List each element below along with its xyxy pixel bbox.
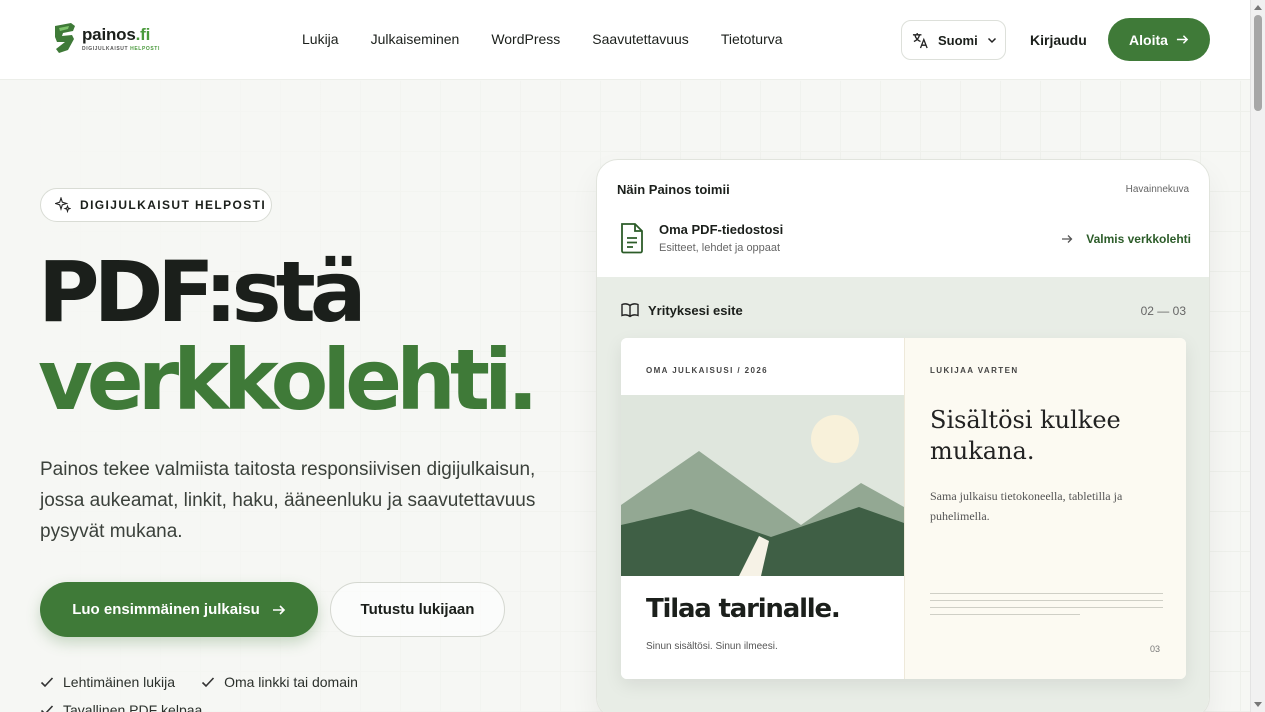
explore-reader-label: Tutustu lukijaan: [360, 601, 475, 618]
feature-item: Lehtimäinen lukija: [40, 674, 175, 690]
hero-badge-label: DIGIJULKAISUT HELPOSTI: [80, 198, 267, 212]
left-page: OMA JULKAISUSI / 2026 Tilaa tarinalle. S…: [621, 338, 904, 679]
language-label: Suomi: [938, 32, 978, 48]
ready-publication: Valmis verkkolehti: [1061, 232, 1191, 246]
page-scrollbar[interactable]: [1250, 0, 1265, 712]
feature-label: Lehtimäinen lukija: [63, 674, 176, 690]
feature-checklist: Lehtimäinen lukija Oma linkki tai domain…: [40, 674, 460, 712]
magazine-spread[interactable]: OMA JULKAISUSI / 2026 Tilaa tarinalle. S…: [621, 338, 1186, 679]
ready-label: Valmis verkkolehti: [1086, 232, 1191, 246]
story-subtitle: Sinun sisältösi. Sinun ilmeesi.: [646, 641, 778, 652]
arrow-right-icon: [272, 604, 285, 615]
create-publication-label: Luo ensimmäinen julkaisu: [72, 601, 260, 618]
feature-item: Tavallinen PDF kelpaa: [40, 702, 202, 712]
login-link[interactable]: Kirjaudu: [1030, 32, 1087, 48]
story-title: Tilaa tarinalle.: [646, 594, 841, 624]
logo-tld: .fi: [135, 25, 151, 44]
nav-tietoturva[interactable]: Tietoturva: [721, 31, 783, 47]
stage-title: Yrityksesi esite: [621, 302, 743, 318]
hero-badge: DIGIJULKAISUT HELPOSTI: [40, 188, 272, 222]
nav-wordpress[interactable]: WordPress: [491, 31, 560, 47]
arrow-right-icon: [1062, 235, 1073, 243]
translate-icon: [912, 32, 928, 48]
mountain-illustration: [621, 395, 904, 576]
hero-headline-line-2: verkkolehti.: [38, 331, 539, 429]
text-lines-decoration: [930, 593, 1163, 621]
feature-label: Oma linkki tai domain: [224, 674, 358, 690]
reader-stage: Yrityksesi esite 02 — 03 OMA JULKAISUSI …: [597, 277, 1209, 712]
explore-reader-button[interactable]: Tutustu lukijaan: [330, 582, 505, 637]
file-description: Esitteet, lehdet ja oppaat: [659, 242, 781, 254]
pdf-file-row: Oma PDF-tiedostosi Esitteet, lehdet ja o…: [617, 220, 1191, 264]
logo-tagline-b: HELPOSTI: [130, 46, 160, 52]
logo[interactable]: painos.fi DIGIJULKAISUT HELPOSTI: [53, 22, 160, 54]
main-nav: Lukija Julkaiseminen WordPress Saavutett…: [302, 31, 815, 47]
feature-label: Tavallinen PDF kelpaa: [63, 702, 203, 712]
logo-mark-icon: [55, 23, 75, 53]
feature-item: Oma linkki tai domain: [201, 674, 358, 690]
document-icon: [621, 223, 643, 254]
page-range: 02 — 03: [1140, 304, 1186, 318]
page-number: 03: [1149, 644, 1160, 654]
nav-saavutettavuus[interactable]: Saavutettavuus: [592, 31, 689, 47]
start-button-label: Aloita: [1129, 31, 1168, 48]
right-page-text: Sama julkaisu tietokoneella, tabletilla …: [930, 489, 1123, 523]
check-icon: [202, 677, 215, 688]
file-name: Oma PDF-tiedostosi: [659, 222, 784, 237]
card-tag: Havainnekuva: [1125, 184, 1189, 195]
right-page-kicker: LUKIJAA VARTEN: [930, 366, 1019, 375]
how-it-works-card: Näin Painos toimii Havainnekuva Oma PDF-…: [596, 159, 1210, 712]
right-page-title: Sisältösi kulkee mukana.: [930, 406, 1121, 465]
language-selector[interactable]: Suomi: [901, 20, 1006, 60]
chevron-down-icon: [987, 37, 996, 44]
logo-name: painos: [82, 25, 136, 44]
check-icon: [40, 705, 54, 712]
right-page: LUKIJAA VARTEN Sisältösi kulkee mukana. …: [904, 338, 1186, 679]
left-page-kicker: OMA JULKAISUSI / 2026: [646, 366, 769, 375]
book-open-icon: [621, 303, 639, 318]
hero-headline-line-1: PDF:stä: [38, 243, 367, 341]
create-publication-button[interactable]: Luo ensimmäinen julkaisu: [40, 582, 318, 637]
scroll-up-arrow-icon[interactable]: [1254, 5, 1262, 10]
site-header: painos.fi DIGIJULKAISUT HELPOSTI Lukija …: [0, 0, 1250, 80]
card-title: Näin Painos toimii: [617, 182, 730, 197]
hero-headline: PDF:stä verkkolehti.: [38, 243, 539, 429]
hero-lead: Painos tekee valmiista taitosta responsi…: [40, 459, 536, 542]
check-icon: [40, 677, 54, 688]
arrow-right-icon: [1176, 35, 1189, 44]
scroll-thumb[interactable]: [1254, 15, 1262, 111]
logo-tagline-a: DIGIJULKAISUT: [82, 46, 129, 52]
scroll-down-arrow-icon[interactable]: [1254, 702, 1262, 707]
sparkle-icon: [55, 197, 71, 213]
stage-title-label: Yrityksesi esite: [648, 302, 743, 318]
start-button[interactable]: Aloita: [1108, 18, 1210, 61]
nav-julkaiseminen[interactable]: Julkaiseminen: [371, 31, 460, 47]
nav-lukija[interactable]: Lukija: [302, 31, 339, 47]
